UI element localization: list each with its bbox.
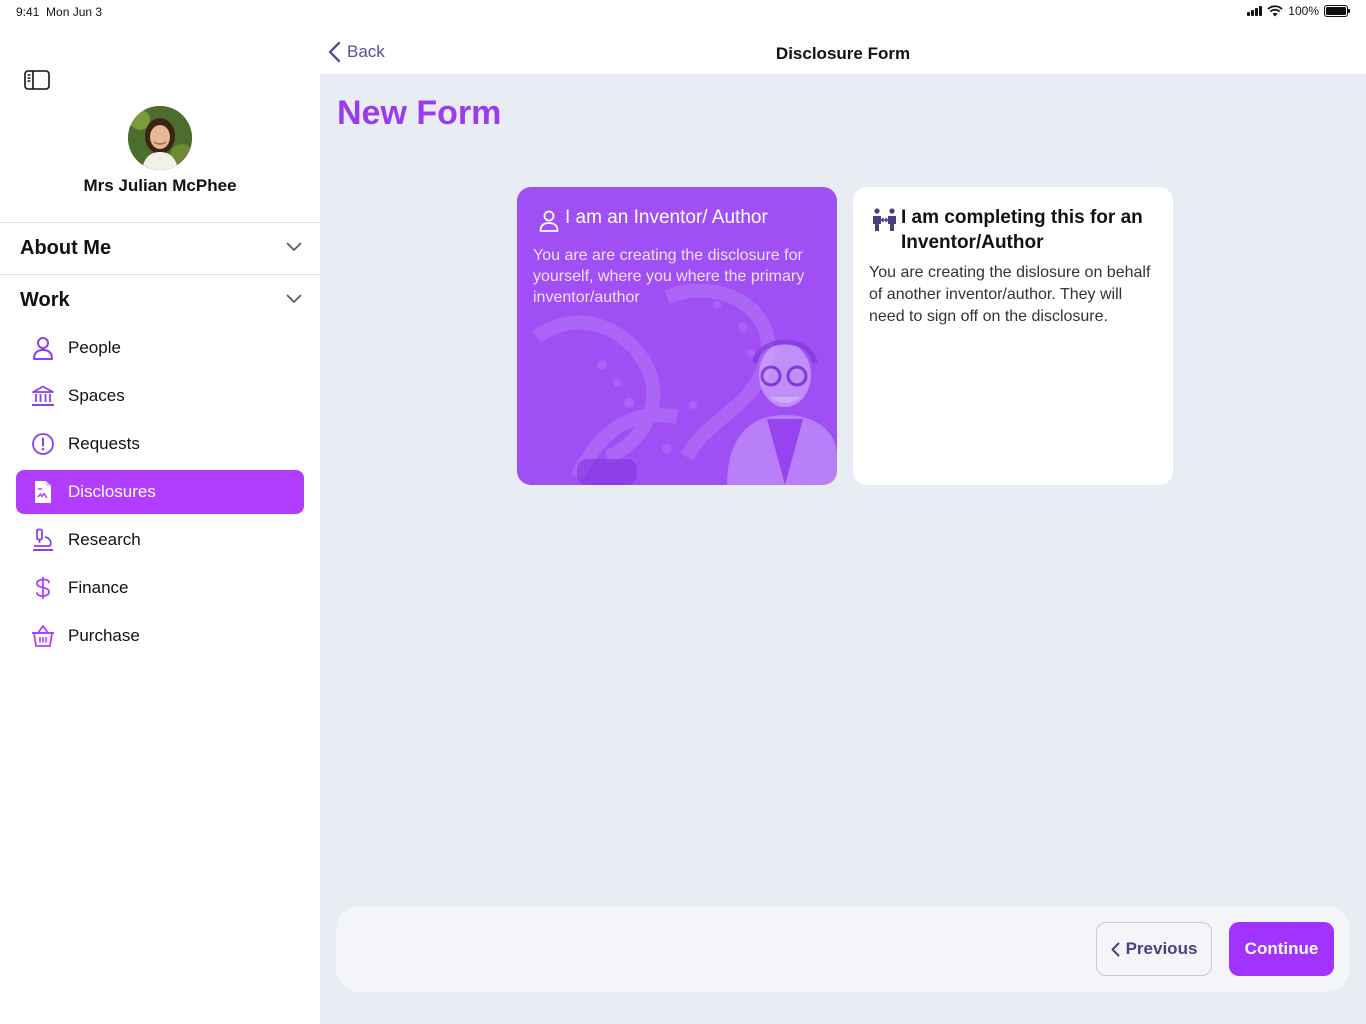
sidebar-toggle-icon[interactable]: [24, 70, 50, 90]
basket-icon: [31, 624, 55, 648]
previous-button[interactable]: Previous: [1096, 922, 1212, 976]
user-name: Mrs Julian McPhee: [83, 176, 237, 195]
battery-icon: [1324, 5, 1350, 17]
option-card-title: I am an Inventor/ Author: [565, 207, 768, 228]
section-about-me[interactable]: About Me: [0, 222, 320, 274]
chevron-down-icon: [286, 242, 302, 251]
status-time: 9:41: [16, 5, 40, 19]
form-footer: Previous Continue: [336, 906, 1350, 992]
avatar[interactable]: [128, 106, 192, 170]
status-date: Mon Jun 3: [46, 5, 103, 19]
sidebar-item-label: Finance: [68, 578, 129, 597]
page-nav-title: Disclosure Form: [775, 44, 911, 63]
people-exchange-icon: [873, 208, 896, 231]
avatar-portrait: [128, 106, 192, 170]
chevron-left-icon: [1111, 942, 1120, 956]
navigation-bar: Back Disclosure Form: [320, 24, 1366, 74]
person-icon: [539, 210, 559, 232]
option-card-description: You are creating the dislosure on behalf…: [869, 264, 1151, 325]
sidebar-item-label: Spaces: [68, 386, 125, 405]
sidebar-item-requests[interactable]: Requests: [16, 422, 304, 466]
wifi-icon: [1267, 5, 1283, 17]
sidebar-item-people[interactable]: People: [16, 326, 304, 370]
continue-button-label: Continue: [1244, 939, 1319, 958]
section-title: About Me: [20, 237, 112, 259]
section-title: Work: [20, 289, 70, 311]
option-card-on-behalf[interactable]: I am completing this for an Inventor/Aut…: [853, 187, 1173, 485]
sidebar-item-label: Requests: [68, 434, 140, 453]
sidebar-item-label: Disclosures: [68, 482, 156, 501]
sidebar-item-spaces[interactable]: Spaces: [16, 374, 304, 418]
sidebar-item-research[interactable]: Research: [16, 518, 304, 562]
main-content: New Form I am an Inventor/ Author You ar…: [320, 74, 1366, 1024]
sidebar-item-label: Research: [68, 530, 141, 549]
continue-button[interactable]: Continue: [1229, 922, 1334, 976]
cellular-signal-icon: [1247, 6, 1263, 16]
section-work[interactable]: Work: [0, 274, 320, 326]
sidebar-item-label: People: [68, 338, 121, 357]
option-card-header: I am completing this for an Inventor/Aut…: [871, 205, 1159, 255]
sidebar-item-purchase[interactable]: Purchase: [16, 614, 304, 658]
dollar-icon: [31, 576, 55, 600]
status-bar: 9:41 Mon Jun 3 100%: [0, 0, 1366, 24]
battery-percentage: 100%: [1288, 4, 1319, 18]
bank-icon: [31, 384, 55, 408]
option-card-inventor-author[interactable]: I am an Inventor/ Author You are are cre…: [517, 187, 837, 485]
sidebar-item-disclosures[interactable]: Disclosures: [16, 470, 304, 514]
option-card-title: I am completing this for an Inventor/Aut…: [901, 207, 1143, 253]
exclamation-circle-icon: [31, 432, 55, 456]
sidebar-item-finance[interactable]: Finance: [16, 566, 304, 610]
document-icon: [31, 480, 55, 504]
option-card-header: I am an Inventor/ Author: [535, 205, 823, 233]
status-time-date: 9:41 Mon Jun 3: [16, 5, 102, 19]
sidebar-item-label: Purchase: [68, 626, 140, 645]
status-indicators: 100%: [1247, 4, 1350, 18]
option-card-description: You are are creating the disclosure for …: [533, 247, 805, 306]
chevron-down-icon: [286, 294, 302, 303]
previous-button-label: Previous: [1125, 939, 1198, 958]
sidebar: Mrs Julian McPhee About Me Work People S…: [0, 24, 320, 1024]
microscope-icon: [31, 528, 55, 552]
person-icon: [31, 336, 55, 360]
page-title: New Form: [337, 94, 502, 132]
